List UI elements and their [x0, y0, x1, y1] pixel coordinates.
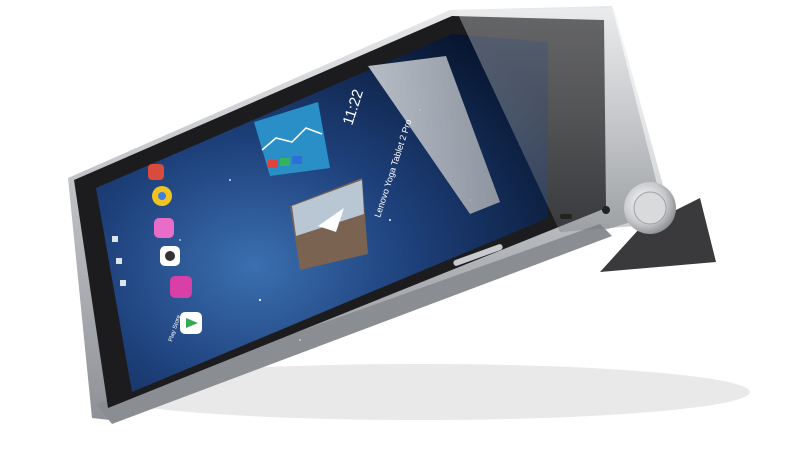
weather-tile-red — [268, 160, 278, 168]
weather-tile-blue — [292, 156, 302, 164]
chrome-icon-center — [158, 192, 166, 200]
music-icon[interactable] — [170, 276, 192, 298]
app-icon-dock-1[interactable] — [148, 164, 164, 180]
usb-port — [560, 214, 572, 219]
gallery-icon[interactable] — [154, 218, 174, 238]
audio-jack — [602, 206, 610, 214]
photo-scene: 11:22 Lenovo Yoga Tablet 2 Pro Play Stor… — [68, 6, 750, 424]
camera-lens — [165, 251, 175, 261]
hinge-knob-inner — [633, 191, 667, 225]
weather-tile-green — [280, 158, 290, 166]
